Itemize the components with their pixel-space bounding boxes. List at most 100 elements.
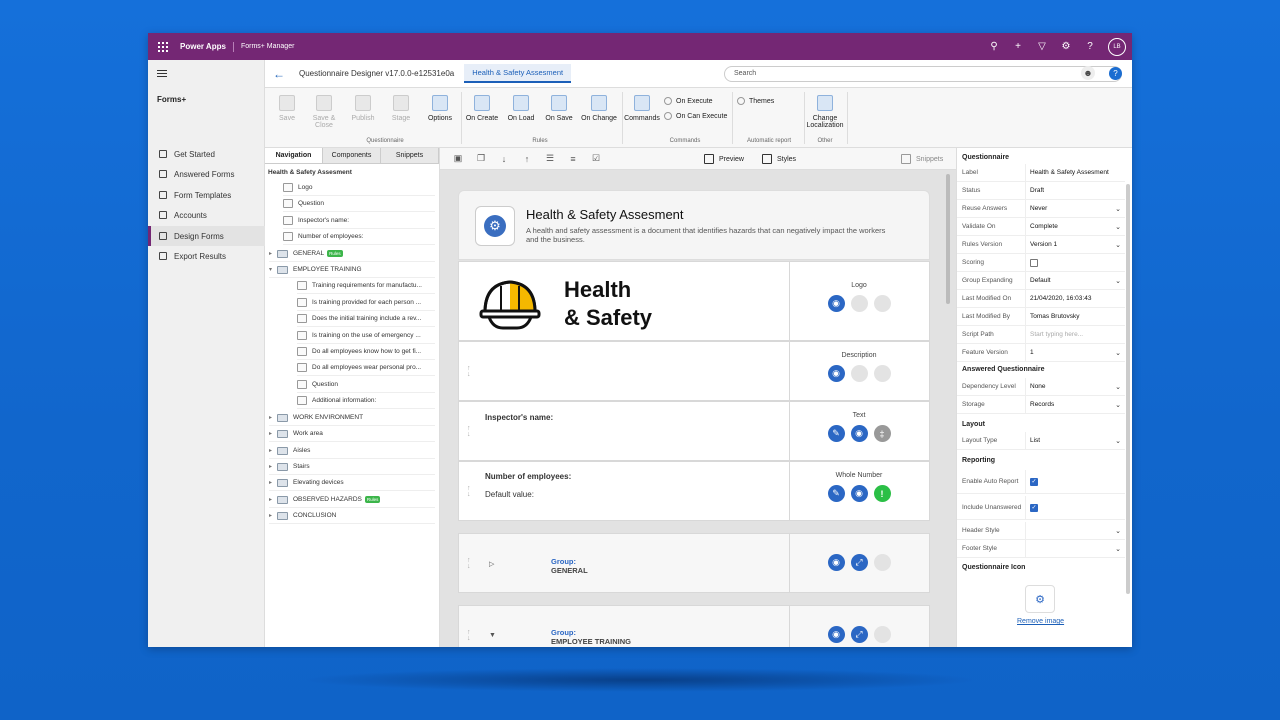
edit-icon[interactable]: ✎: [827, 425, 845, 442]
enable-auto-report-checkbox[interactable]: ✓: [1030, 477, 1038, 486]
prop-select[interactable]: Records ⌄: [1025, 396, 1125, 413]
prop-select[interactable]: None ⌄: [1025, 378, 1125, 395]
prop-status[interactable]: Status Draft: [957, 182, 1125, 200]
script-path-input[interactable]: Start typing here...: [1025, 326, 1125, 343]
drag-handle-icon[interactable]: ↑ ↓: [467, 557, 471, 570]
tree-group[interactable]: ▸ Stairs: [269, 459, 435, 475]
eye-icon[interactable]: ◉: [827, 365, 845, 382]
tab-snippets[interactable]: Snippets: [381, 148, 439, 163]
on-change-button[interactable]: On Change: [578, 95, 620, 122]
prop-value[interactable]: Health & Safety Assesment: [1025, 164, 1125, 181]
sub-app-name[interactable]: Forms+ Manager: [241, 43, 295, 50]
help-icon[interactable]: ?: [1084, 41, 1096, 53]
checklist-icon[interactable]: ☑: [591, 153, 601, 164]
waffle-icon[interactable]: [158, 41, 168, 52]
tree-group[interactable]: ▸ GENERAL Rules: [269, 246, 435, 262]
preview-button[interactable]: Preview: [704, 154, 744, 164]
prop-script-path[interactable]: Script Path Start typing here...: [957, 326, 1125, 344]
change-localization-button[interactable]: Change Localization: [805, 95, 845, 129]
on-create-button[interactable]: On Create: [463, 95, 501, 122]
tree-node[interactable]: Does the initial training include a rev.…: [297, 311, 435, 327]
tab-questionnaire[interactable]: Health & Safety Assesment: [464, 64, 572, 83]
eye-icon[interactable]: ◉: [827, 626, 845, 643]
on-can-execute-button[interactable]: On Can Execute: [664, 112, 727, 120]
app-name[interactable]: Power Apps: [180, 42, 226, 51]
search-input[interactable]: Search: [724, 66, 1122, 82]
collapse-icon[interactable]: ▾: [269, 266, 277, 273]
expand-icon[interactable]: ▸: [269, 250, 277, 257]
required-icon[interactable]: !: [873, 485, 891, 502]
drag-handle-icon[interactable]: ↑ ↓: [467, 629, 471, 642]
on-save-button[interactable]: On Save: [540, 95, 578, 122]
tree-node[interactable]: Is training on the use of emergency ...: [297, 328, 435, 344]
commands-button[interactable]: Commands: [621, 95, 663, 122]
hamburger-icon[interactable]: [157, 70, 167, 79]
expand-icon[interactable]: ▸: [269, 430, 277, 437]
tree-node[interactable]: Is training provided for each person ...: [297, 295, 435, 311]
add-icon[interactable]: +: [1012, 41, 1024, 53]
tree-group[interactable]: ▾ EMPLOYEE TRAINING: [269, 262, 435, 278]
prop-enable-auto-report[interactable]: Enable Auto Report ✓: [957, 470, 1125, 494]
tree-group[interactable]: ▸ OBSERVED HAZARDS Rules: [269, 492, 435, 508]
prop-select[interactable]: Complete ⌄: [1025, 218, 1125, 235]
expand-icon[interactable]: ▸: [269, 414, 277, 421]
prop-scoring[interactable]: Scoring: [957, 254, 1125, 272]
prop-select[interactable]: Version 1 ⌄: [1025, 236, 1125, 253]
delete-icon[interactable]: ▣: [453, 153, 463, 164]
drag-handle-icon[interactable]: ↑ ↓: [467, 365, 471, 378]
prop-select[interactable]: Default ⌄: [1025, 272, 1125, 289]
styles-button[interactable]: Styles: [762, 154, 796, 164]
prop-storage[interactable]: Storage Records ⌄: [957, 396, 1125, 414]
prop-select[interactable]: List ⌄: [1025, 432, 1125, 449]
prop-rules-version[interactable]: Rules Version Version 1 ⌄: [957, 236, 1125, 254]
tree-node[interactable]: Additional information:: [297, 393, 435, 409]
required-icon[interactable]: ‡: [873, 425, 891, 442]
indent-icon[interactable]: ≡: [568, 154, 578, 164]
group-row-general[interactable]: ↑ ↓ ▷ Group: GENERAL ◉ ⤢: [458, 533, 930, 593]
prop-label[interactable]: Label Health & Safety Assesment: [957, 164, 1125, 182]
expand-icon[interactable]: ▸: [269, 463, 277, 470]
number-row[interactable]: ↑ ↓ Number of employees: Default value: W…: [458, 461, 930, 521]
properties-scrollbar[interactable]: [1126, 184, 1130, 594]
expand-icon[interactable]: ▸: [269, 512, 277, 519]
eye-icon[interactable]: ◉: [827, 295, 845, 312]
copy-icon[interactable]: ❐: [476, 153, 486, 164]
tree-node[interactable]: Inspector's name:: [283, 213, 435, 229]
scoring-checkbox[interactable]: [1030, 258, 1038, 267]
expand-icon[interactable]: ▷: [489, 560, 494, 568]
canvas-scrollbar[interactable]: [946, 174, 950, 304]
prop-layout-type[interactable]: Layout Type List ⌄: [957, 432, 1125, 450]
tree-group[interactable]: ▸ Elevating devices: [269, 475, 435, 491]
themes-button[interactable]: Themes: [737, 97, 774, 105]
drag-handle-icon[interactable]: ↑ ↓: [467, 425, 471, 438]
help-icon[interactable]: ?: [1109, 66, 1122, 80]
prop-select[interactable]: ⌄: [1025, 522, 1125, 539]
nav-item-accounts[interactable]: Accounts: [148, 205, 265, 225]
collapse-icon[interactable]: ▼: [489, 632, 496, 639]
tab-components[interactable]: Components: [323, 148, 381, 163]
avatar[interactable]: LB: [1108, 37, 1126, 56]
tree-group[interactable]: ▸ CONCLUSION: [269, 508, 435, 524]
move-down-icon[interactable]: ↓: [499, 154, 509, 164]
tree-node[interactable]: Training requirements for manufactu...: [297, 278, 435, 294]
tree-node[interactable]: Logo: [283, 180, 435, 196]
save-button[interactable]: Save: [268, 95, 306, 122]
prop-header-style[interactable]: Header Style ⌄: [957, 522, 1125, 540]
expand-icon[interactable]: ▸: [269, 447, 277, 454]
move-up-icon[interactable]: ↑: [522, 154, 532, 164]
on-load-button[interactable]: On Load: [502, 95, 540, 122]
tree-node[interactable]: Question: [297, 377, 435, 393]
filter-icon[interactable]: ▽: [1036, 41, 1048, 53]
text-row[interactable]: ↑ ↓ Inspector's name: Text ✎ ◉ ‡: [458, 401, 930, 461]
eye-icon[interactable]: ◉: [850, 425, 868, 442]
remove-image-link[interactable]: Remove image: [1017, 618, 1064, 625]
description-row[interactable]: ↑ ↓ Description ◉: [458, 341, 930, 401]
expand-icon[interactable]: ▸: [269, 496, 277, 503]
logo-row[interactable]: Health & Safety Logo ◉: [458, 261, 930, 341]
tree-root[interactable]: Health & Safety Assesment: [268, 164, 438, 180]
prop-dependency-level[interactable]: Dependency Level None ⌄: [957, 378, 1125, 396]
options-button[interactable]: Options: [421, 95, 459, 122]
prop-reuse-answers[interactable]: Reuse Answers Never ⌄: [957, 200, 1125, 218]
gear-icon[interactable]: ⚙: [1060, 41, 1072, 53]
expand-arrows-icon[interactable]: ⤢: [850, 554, 868, 571]
